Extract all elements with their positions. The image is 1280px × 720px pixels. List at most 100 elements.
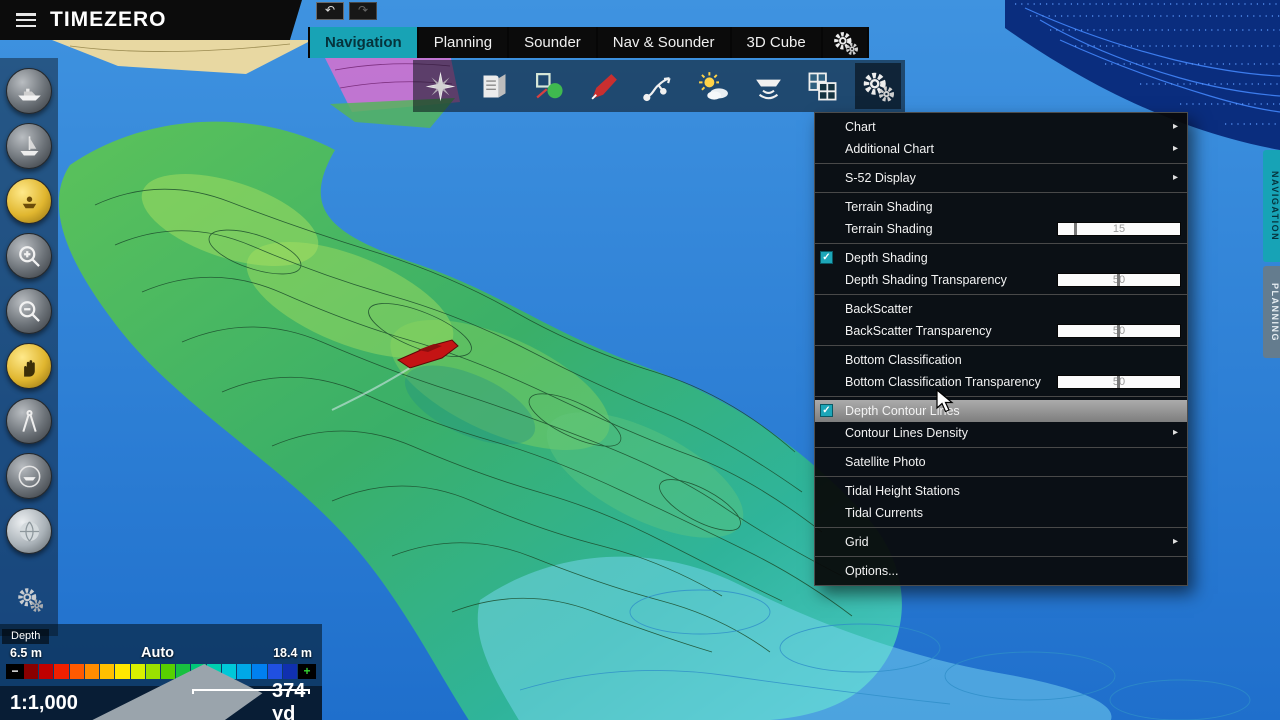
depth-color-segment bbox=[283, 664, 297, 679]
menu-item-label: Tidal Currents bbox=[845, 502, 1187, 524]
sonar-icon[interactable] bbox=[745, 63, 791, 109]
mouse-cursor bbox=[936, 389, 954, 415]
chart-layers-icon[interactable] bbox=[800, 63, 846, 109]
submenu-arrow-icon: ▸ bbox=[1173, 116, 1178, 138]
center-boat-button[interactable] bbox=[6, 453, 52, 499]
submenu-arrow-icon: ▸ bbox=[1173, 138, 1178, 160]
menu-item-contour-lines-density[interactable]: Contour Lines Density▸ bbox=[815, 422, 1187, 444]
depth-max-value: 18.4 m bbox=[273, 646, 312, 660]
menu-item-backscatter[interactable]: BackScatter bbox=[815, 298, 1187, 320]
zoom-out-button[interactable] bbox=[6, 288, 52, 334]
tool-gears-button[interactable] bbox=[7, 577, 51, 621]
tab-sounder[interactable]: Sounder bbox=[509, 27, 596, 58]
weather-icon[interactable] bbox=[691, 63, 737, 109]
menu-item-depth-shading-transparency[interactable]: Depth Shading Transparency50 bbox=[815, 269, 1187, 291]
slider-thumb[interactable] bbox=[1117, 325, 1120, 337]
menu-slider-depth-shading-transparency[interactable]: 50 bbox=[1057, 273, 1181, 287]
menu-item-label: Depth Contour Lines bbox=[845, 400, 1187, 422]
marks-icon[interactable] bbox=[527, 63, 573, 109]
menu-item-bottom-classification[interactable]: Bottom Classification bbox=[815, 349, 1187, 371]
main-toolbar bbox=[413, 60, 905, 112]
menu-slider-bottom-classification-transparency[interactable]: 50 bbox=[1057, 375, 1181, 389]
menu-item-additional-chart[interactable]: Additional Chart▸ bbox=[815, 138, 1187, 160]
menu-separator bbox=[815, 396, 1187, 397]
menu-item-label: Additional Chart bbox=[845, 138, 1187, 160]
tab-planning[interactable]: Planning bbox=[419, 27, 507, 58]
menu-item-terrain-shading[interactable]: Terrain Shading bbox=[815, 196, 1187, 218]
divider-button[interactable] bbox=[6, 398, 52, 444]
route-pen-icon[interactable] bbox=[581, 63, 627, 109]
checkmark-icon[interactable]: ✓ bbox=[820, 404, 833, 417]
range-scale-value: 374 yd bbox=[272, 680, 312, 720]
menu-slider-backscatter-transparency[interactable]: 50 bbox=[1057, 324, 1181, 338]
menu-item-tidal-height-stations[interactable]: Tidal Height Stations bbox=[815, 480, 1187, 502]
tab-navigation[interactable]: Navigation bbox=[310, 27, 417, 58]
mini-ship-icon bbox=[78, 635, 272, 720]
app-title: TIMEZERO bbox=[50, 8, 167, 32]
menu-item-bottom-classification-transparency[interactable]: Bottom Classification Transparency50 bbox=[815, 371, 1187, 393]
menu-separator bbox=[815, 447, 1187, 448]
menu-item-label: Grid bbox=[845, 531, 1187, 553]
undo-button[interactable]: ↶ bbox=[316, 2, 344, 20]
menu-item-s-52-display[interactable]: S-52 Display▸ bbox=[815, 167, 1187, 189]
pan-hand-button[interactable] bbox=[6, 343, 52, 389]
compass-rose-icon[interactable] bbox=[417, 63, 463, 109]
gears-icon[interactable] bbox=[823, 27, 867, 58]
checkmark-icon[interactable]: ✓ bbox=[820, 251, 833, 264]
slider-thumb[interactable] bbox=[1117, 376, 1120, 388]
depth-min-value: 6.5 m bbox=[10, 646, 42, 660]
chart-scale-value: 1:1,000 bbox=[10, 692, 78, 715]
tab-3d-cube[interactable]: 3D Cube bbox=[732, 27, 821, 58]
app-window: TIMEZERO ↶↷ NavigationPlanningSounderNav… bbox=[0, 0, 1280, 720]
depth-scale-minus-button[interactable]: − bbox=[6, 664, 24, 679]
menu-item-satellite-photo[interactable]: Satellite Photo bbox=[815, 451, 1187, 473]
menu-item-chart[interactable]: Chart▸ bbox=[815, 116, 1187, 138]
menu-separator bbox=[815, 556, 1187, 557]
globe-3d-button[interactable] bbox=[6, 508, 52, 554]
menu-slider-terrain-shading[interactable]: 15 bbox=[1057, 222, 1181, 236]
menu-separator bbox=[815, 527, 1187, 528]
scale-status-bar: 1:1,000 374 yd bbox=[0, 686, 322, 720]
menu-item-label: Depth Shading bbox=[845, 247, 1187, 269]
slider-thumb[interactable] bbox=[1074, 223, 1077, 235]
menu-item-grid[interactable]: Grid▸ bbox=[815, 531, 1187, 553]
menu-separator bbox=[815, 294, 1187, 295]
menu-separator bbox=[815, 192, 1187, 193]
menu-separator bbox=[815, 243, 1187, 244]
menu-item-backscatter-transparency[interactable]: BackScatter Transparency50 bbox=[815, 320, 1187, 342]
sailboat-button[interactable] bbox=[6, 123, 52, 169]
menu-item-options[interactable]: Options... bbox=[815, 560, 1187, 582]
depth-panel: Depth 6.5 m Auto 18.4 m − + 1:1,000 374 … bbox=[0, 624, 322, 720]
menu-separator bbox=[815, 476, 1187, 477]
side-tab-navigation[interactable]: NAVIGATION bbox=[1263, 150, 1280, 262]
settings-gears-icon[interactable] bbox=[855, 63, 901, 109]
motorboat-button[interactable] bbox=[6, 68, 52, 114]
history-buttons: ↶↷ bbox=[316, 2, 377, 20]
depth-color-segment bbox=[39, 664, 53, 679]
menu-item-label: Satellite Photo bbox=[845, 451, 1187, 473]
menu-item-depth-shading[interactable]: ✓ Depth Shading bbox=[815, 247, 1187, 269]
menu-item-depth-contour-lines[interactable]: ✓ Depth Contour Lines bbox=[815, 400, 1187, 422]
submenu-arrow-icon: ▸ bbox=[1173, 531, 1178, 553]
menu-item-label: Terrain Shading bbox=[845, 196, 1187, 218]
menu-item-tidal-currents[interactable]: Tidal Currents bbox=[815, 502, 1187, 524]
side-tab-planning[interactable]: PLANNING bbox=[1263, 266, 1280, 358]
brand-bar: TIMEZERO bbox=[0, 0, 302, 40]
redo-button[interactable]: ↷ bbox=[349, 2, 377, 20]
tool-sidebar bbox=[0, 58, 58, 636]
menu-item-label: S-52 Display bbox=[845, 167, 1187, 189]
slider-thumb[interactable] bbox=[1117, 274, 1120, 286]
tab-nav-sounder[interactable]: Nav & Sounder bbox=[598, 27, 730, 58]
menu-item-label: Bottom Classification bbox=[845, 349, 1187, 371]
logbook-icon[interactable] bbox=[472, 63, 518, 109]
submenu-arrow-icon: ▸ bbox=[1173, 167, 1178, 189]
waypoints-icon[interactable] bbox=[636, 63, 682, 109]
depth-color-segment bbox=[54, 664, 68, 679]
menu-item-terrain-shading[interactable]: Terrain Shading15 bbox=[815, 218, 1187, 240]
event-buoy-button[interactable] bbox=[6, 178, 52, 224]
range-ruler bbox=[192, 689, 310, 694]
zoom-in-button[interactable] bbox=[6, 233, 52, 279]
hamburger-menu-icon[interactable] bbox=[16, 13, 36, 27]
menu-item-label: Tidal Height Stations bbox=[845, 480, 1187, 502]
depth-scale-plus-button[interactable]: + bbox=[298, 664, 316, 679]
